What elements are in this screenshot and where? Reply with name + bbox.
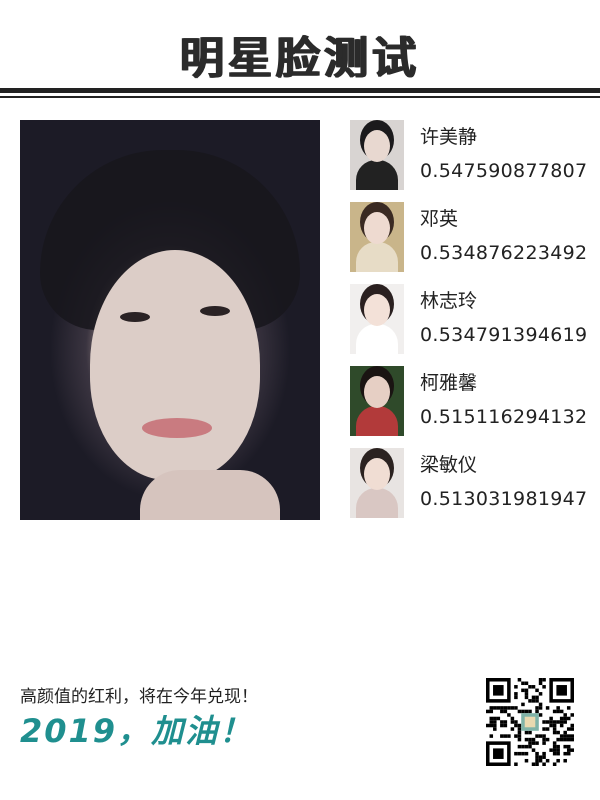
footer-slogan: 高颜值的红利，将在今年兑现！ [20,687,258,707]
celebrity-thumbnail [350,202,404,272]
celebrity-name: 许美静 [420,126,478,148]
match-list: 许美静 0.547590877807 邓英 0.534876223492 林志玲 0.53… [350,120,590,530]
similarity-score: 0.513031981947 [420,488,588,510]
thumbnail-body [356,488,398,518]
thumbnail-body [356,242,398,272]
photo-face [90,250,260,480]
similarity-score: 0.547590877807 [420,160,588,182]
header-rule-thin [0,96,600,98]
photo-lips [142,418,212,438]
thumbnail-head [364,212,390,244]
photo-eye-left [120,312,150,322]
thumbnail-head [364,130,390,162]
match-item[interactable]: 许美静 0.547590877807 [350,120,590,202]
match-item[interactable]: 邓英 0.534876223492 [350,202,590,284]
celebrity-thumbnail [350,120,404,190]
celebrity-thumbnail [350,448,404,518]
celebrity-name: 柯雅馨 [420,372,478,394]
photo-eye-right [200,306,230,316]
match-item[interactable]: 林志玲 0.534791394619 [350,284,590,366]
celebrity-thumbnail [350,284,404,354]
thumbnail-head [364,458,390,490]
page-title: 明星脸测试 [180,33,420,84]
header-rule-thick [0,88,600,93]
match-item[interactable]: 梁敏仪 0.513031981947 [350,448,590,530]
similarity-score: 0.534791394619 [420,324,588,346]
footer-cheer: 2019，加油！ [20,712,254,750]
thumbnail-body [356,406,398,436]
match-item[interactable]: 柯雅馨 0.515116294132 [350,366,590,448]
qr-code[interactable] [486,678,574,766]
photo-hand [140,470,280,520]
celebrity-name: 邓英 [420,208,459,230]
uploaded-photo [20,120,320,520]
celebrity-name: 林志玲 [420,290,478,312]
thumbnail-head [364,376,390,408]
similarity-score: 0.515116294132 [420,406,588,428]
celebrity-thumbnail [350,366,404,436]
qr-code-icon [486,678,574,766]
thumbnail-body [356,160,398,190]
similarity-score: 0.534876223492 [420,242,588,264]
celebrity-name: 梁敏仪 [420,454,478,476]
thumbnail-body [356,324,398,354]
thumbnail-head [364,294,390,326]
